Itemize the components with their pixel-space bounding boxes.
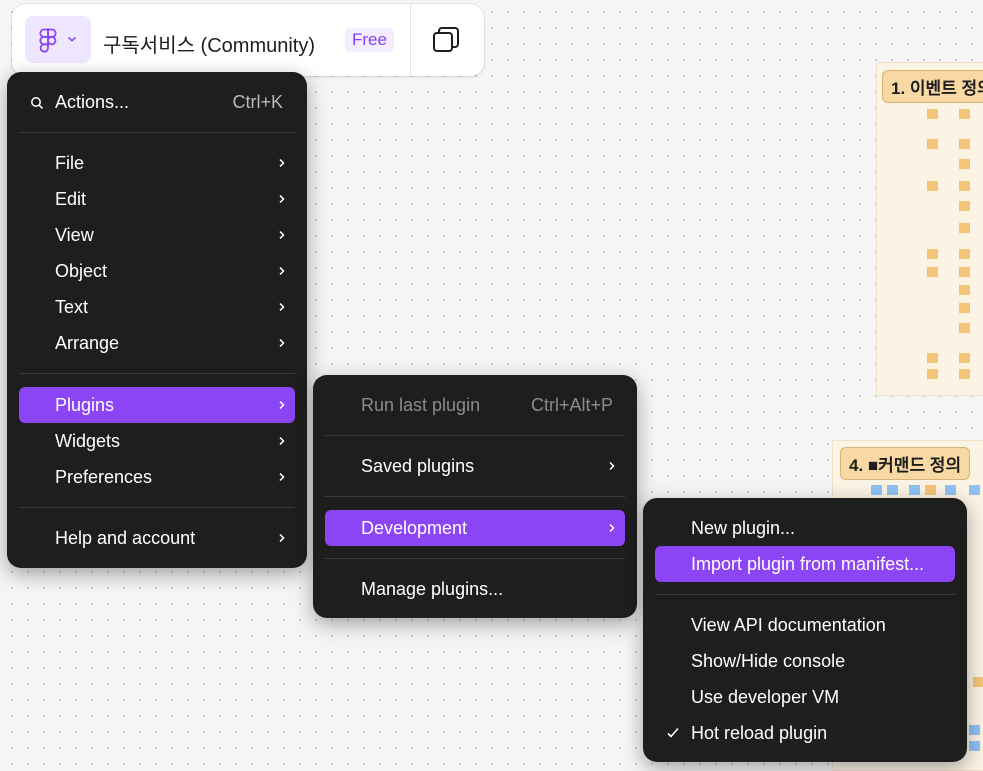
plan-badge: Free xyxy=(345,28,394,52)
menu-item-text[interactable]: Text xyxy=(19,289,295,325)
toolbar-divider xyxy=(410,4,411,76)
duplicate-icon[interactable] xyxy=(430,24,462,56)
menu-item-label: Plugins xyxy=(55,395,115,415)
menu-separator xyxy=(325,435,625,436)
chevron-right-icon xyxy=(279,194,285,204)
menu-item-label: View API documentation xyxy=(691,615,886,635)
menu-item-new-plugin[interactable]: New plugin... xyxy=(655,510,955,546)
menu-separator xyxy=(325,496,625,497)
menu-item-label: Saved plugins xyxy=(361,456,475,476)
checkmark-icon xyxy=(667,727,679,738)
main-menu: Actions... Ctrl+K File Edit View Object … xyxy=(7,72,307,568)
menu-item-label: Development xyxy=(361,518,468,538)
menu-item-label: Object xyxy=(55,261,108,281)
menu-item-saved-plugins[interactable]: Saved plugins xyxy=(325,448,625,484)
menu-item-manage-plugins[interactable]: Manage plugins... xyxy=(325,571,625,607)
menu-item-show-hide-console[interactable]: Show/Hide console xyxy=(655,643,955,679)
chevron-right-icon xyxy=(279,472,285,482)
menu-separator xyxy=(19,507,295,508)
menu-item-edit[interactable]: Edit xyxy=(19,181,295,217)
menu-item-label: File xyxy=(55,153,85,173)
menu-item-use-developer-vm[interactable]: Use developer VM xyxy=(655,679,955,715)
menu-item-label: Edit xyxy=(55,189,87,209)
canvas-section-events xyxy=(876,62,983,396)
menu-item-label: New plugin... xyxy=(691,518,796,538)
menu-item-label: View xyxy=(55,225,94,245)
menu-item-label: Help and account xyxy=(55,528,196,548)
chevron-right-icon xyxy=(609,523,615,533)
menu-item-preferences[interactable]: Preferences xyxy=(19,459,295,495)
chevron-down-icon xyxy=(67,36,77,42)
menu-item-run-last-plugin: Run last plugin Ctrl+Alt+P xyxy=(325,387,625,423)
menu-item-label: Show/Hide console xyxy=(691,651,846,671)
menu-item-help-and-account[interactable]: Help and account xyxy=(19,520,295,556)
chevron-right-icon xyxy=(279,436,285,446)
menu-item-label: Text xyxy=(55,297,89,317)
menu-separator xyxy=(655,594,955,595)
shortcut-label: Ctrl+K xyxy=(232,92,283,112)
menu-item-label: Use developer VM xyxy=(691,687,840,707)
menu-item-label: Arrange xyxy=(55,333,120,353)
development-submenu: New plugin... Import plugin from manifes… xyxy=(643,498,967,762)
menu-item-file[interactable]: File xyxy=(19,145,295,181)
menu-item-label: Manage plugins... xyxy=(361,579,504,599)
chevron-right-icon xyxy=(279,158,285,168)
menu-item-view-api-documentation[interactable]: View API documentation xyxy=(655,607,955,643)
file-title[interactable]: 구독서비스 (Community) xyxy=(103,29,315,58)
search-icon xyxy=(31,97,44,110)
menu-item-import-plugin-from-manifest[interactable]: Import plugin from manifest... xyxy=(655,546,955,582)
menu-item-actions-search[interactable]: Actions... Ctrl+K xyxy=(19,84,295,120)
menu-item-label: Preferences xyxy=(55,467,153,487)
chevron-right-icon xyxy=(279,338,285,348)
menu-item-hot-reload-plugin[interactable]: Hot reload plugin xyxy=(655,715,955,751)
menu-item-label: Import plugin from manifest... xyxy=(691,554,925,574)
chevron-right-icon xyxy=(279,400,285,410)
plugins-submenu: Run last plugin Ctrl+Alt+P Saved plugins… xyxy=(313,375,637,618)
chevron-right-icon xyxy=(279,302,285,312)
file-toolbar: 구독서비스 (Community) Free xyxy=(12,4,484,76)
menu-item-arrange[interactable]: Arrange xyxy=(19,325,295,361)
menu-item-label: Widgets xyxy=(55,431,121,451)
chevron-right-icon xyxy=(609,461,615,471)
figma-logo-icon xyxy=(39,28,57,53)
main-menu-button[interactable] xyxy=(25,16,91,63)
menu-item-development[interactable]: Development xyxy=(325,510,625,546)
menu-separator xyxy=(19,132,295,133)
menu-item-view[interactable]: View xyxy=(19,217,295,253)
menu-separator xyxy=(325,558,625,559)
menu-separator xyxy=(19,373,295,374)
menu-item-label: Run last plugin xyxy=(361,395,481,415)
section-tag-events: 1. 이벤트 정의 xyxy=(882,70,983,103)
menu-item-widgets[interactable]: Widgets xyxy=(19,423,295,459)
chevron-right-icon xyxy=(279,266,285,276)
shortcut-label: Ctrl+Alt+P xyxy=(530,395,613,415)
chevron-right-icon xyxy=(279,230,285,240)
section-tag-commands: 4. ■커맨드 정의 xyxy=(840,447,971,480)
menu-item-label: Actions... xyxy=(55,92,130,112)
chevron-right-icon xyxy=(279,533,285,543)
menu-item-plugins[interactable]: Plugins xyxy=(19,387,295,423)
menu-item-label: Hot reload plugin xyxy=(691,723,828,743)
menu-item-object[interactable]: Object xyxy=(19,253,295,289)
